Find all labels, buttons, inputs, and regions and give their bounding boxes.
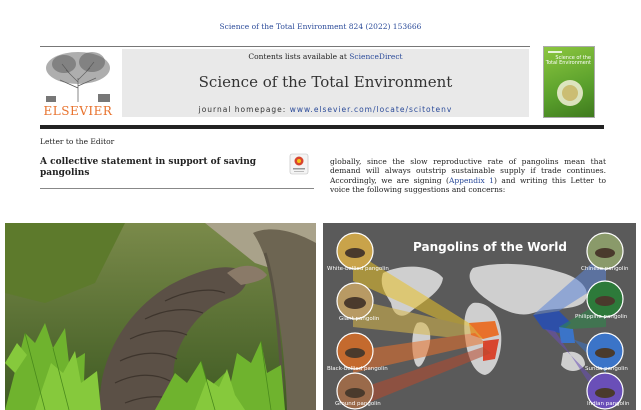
species-label-chinese: Chinese pangolin [581,266,629,272]
check-for-updates-icon[interactable] [289,153,309,175]
header-rule [40,46,530,47]
journal-title: Science of the Total Environment [198,73,453,91]
species-label-giant: Giant pangolin [339,316,380,322]
body-paragraph: globally, since the slow reproductive ra… [330,157,606,195]
map-title: Pangolins of the World [413,240,567,254]
title-rule [40,188,314,189]
contents-prefix: Contents lists available at [248,52,350,61]
journal-citation[interactable]: Science of the Total Environment 824 (20… [0,22,641,31]
species-label-black-bellied: Black-bellied pangolin [327,366,388,372]
homepage-link[interactable]: www.elsevier.com/locate/scitotenv [290,105,453,114]
journal-homepage-line: journal homepage: www.elsevier.com/locat… [122,105,529,114]
appendix-link[interactable]: Appendix 1 [449,176,494,185]
article-section-label: Letter to the Editor [40,137,115,146]
species-label-white-bellied: White-bellied pangolin [327,266,389,272]
header-thick-rule [40,125,604,129]
species-label-philippine: Philippine pangolin [575,314,628,320]
pangolin-photo [5,223,316,410]
contents-line: Contents lists available at ScienceDirec… [122,52,529,61]
species-label-indian: Indian pangolin [587,401,630,407]
species-label-ground: Ground pangolin [335,401,381,407]
cover-title: Science of the Total Environment [545,55,591,66]
species-label-sunda: Sunda pangolin [585,366,628,372]
sciencedirect-link[interactable]: ScienceDirect [349,52,402,61]
article-title: A collective statement in support of sav… [40,157,257,178]
homepage-prefix: journal homepage: [198,105,290,114]
elsevier-wordmark: ELSEVIER [43,104,113,118]
